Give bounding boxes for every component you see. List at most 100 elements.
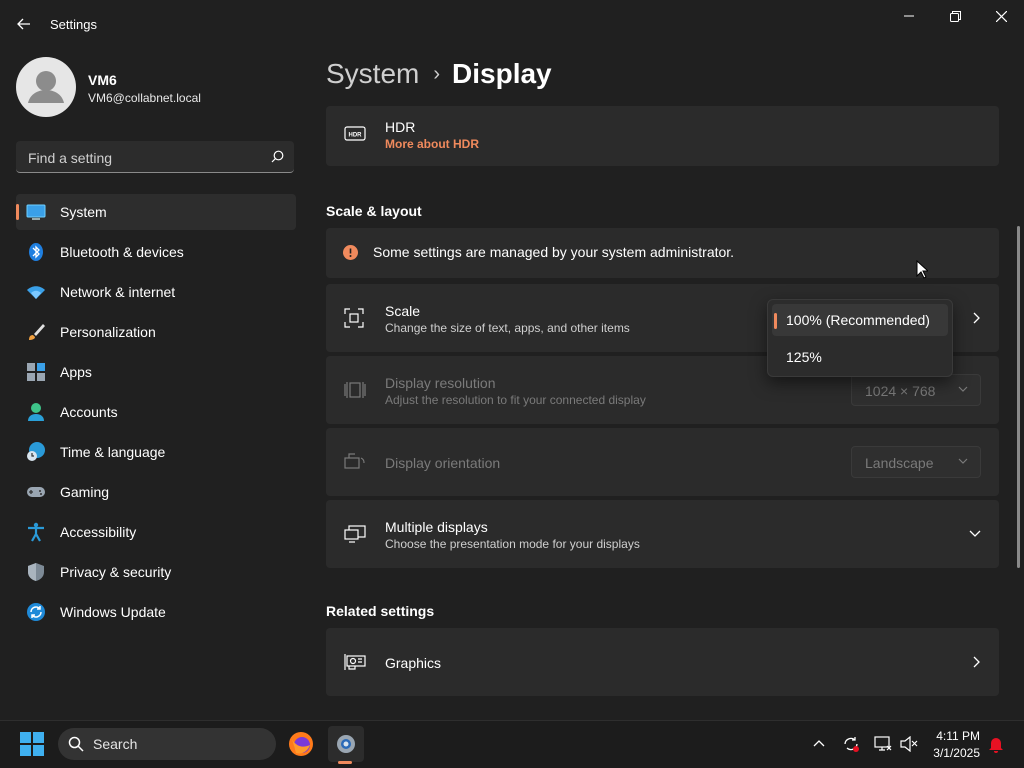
- minimize-icon: [904, 15, 914, 17]
- sidebar-item-gaming[interactable]: Gaming: [16, 474, 296, 510]
- resolution-subtitle: Adjust the resolution to fit your connec…: [385, 393, 646, 407]
- taskbar-settings-button[interactable]: [328, 726, 364, 762]
- multiple-displays-icon: [344, 525, 366, 543]
- minimize-button[interactable]: [886, 0, 932, 32]
- brush-icon: [29, 324, 45, 340]
- back-button[interactable]: [12, 12, 36, 36]
- orientation-value: Landscape: [865, 455, 934, 471]
- accessibility-icon: [28, 522, 44, 542]
- breadcrumb-separator: ›: [433, 62, 441, 85]
- firefox-icon[interactable]: [288, 731, 314, 757]
- restore-button[interactable]: [932, 0, 978, 32]
- shield-icon: [28, 563, 44, 581]
- svg-text:HDR: HDR: [349, 133, 363, 139]
- scale-title: Scale: [385, 303, 421, 319]
- scale-icon: [344, 308, 364, 328]
- taskbar-search[interactable]: Search: [58, 728, 276, 760]
- globe-clock-icon: [27, 442, 45, 461]
- sidebar-item-personalization[interactable]: Personalization: [16, 314, 296, 350]
- graphics-card-icon: [344, 654, 366, 670]
- breadcrumb: System › Display: [326, 58, 552, 90]
- chevron-right-icon[interactable]: [973, 656, 981, 668]
- person-icon: [28, 403, 44, 421]
- title-bar: [0, 0, 1024, 48]
- sidebar-item-label: Time & language: [60, 444, 166, 460]
- search-icon[interactable]: [271, 150, 284, 163]
- scrollbar-thumb[interactable]: [1017, 226, 1020, 568]
- user-name: VM6: [88, 72, 117, 88]
- bluetooth-icon: [29, 243, 43, 261]
- sidebar-item-system[interactable]: System: [16, 194, 296, 230]
- taskbar-time[interactable]: 4:11 PM: [930, 729, 980, 743]
- chevron-up-icon[interactable]: [813, 739, 825, 747]
- sidebar-item-privacy[interactable]: Privacy & security: [16, 554, 296, 590]
- settings-gear-icon: [337, 735, 355, 753]
- section-heading-scale-layout: Scale & layout: [326, 203, 422, 219]
- admin-notice-text: Some settings are managed by your system…: [373, 244, 735, 260]
- close-icon: [995, 10, 1007, 22]
- chevron-down-icon[interactable]: [969, 530, 981, 538]
- sidebar-item-accounts[interactable]: Accounts: [16, 394, 296, 430]
- resolution-icon: [344, 382, 366, 398]
- windows-start-icon[interactable]: [20, 732, 44, 756]
- sidebar-item-windows-update[interactable]: Windows Update: [16, 594, 296, 630]
- notification-bell-icon[interactable]: [988, 736, 1004, 753]
- monitor-icon: [26, 204, 46, 220]
- sidebar-item-label: Bluetooth & devices: [60, 244, 184, 260]
- gamepad-icon: [27, 487, 45, 497]
- chevron-right-icon[interactable]: [973, 312, 981, 324]
- avatar[interactable]: [16, 57, 76, 117]
- sidebar-item-network[interactable]: Network & internet: [16, 274, 296, 310]
- active-app-indicator: [338, 761, 352, 764]
- multiple-displays-card[interactable]: Multiple displays Choose the presentatio…: [326, 500, 999, 568]
- sidebar-item-bluetooth[interactable]: Bluetooth & devices: [16, 234, 296, 270]
- graphics-card[interactable]: Graphics: [326, 628, 999, 696]
- resolution-dropdown: 1024 × 768: [851, 374, 981, 406]
- scale-subtitle: Change the size of text, apps, and other…: [385, 321, 630, 335]
- sidebar-item-label: Accounts: [60, 404, 118, 420]
- sync-icon[interactable]: [842, 735, 860, 753]
- scale-option-label: 100% (Recommended): [786, 312, 930, 328]
- resolution-value: 1024 × 768: [865, 383, 936, 399]
- sidebar-item-label: Network & internet: [60, 284, 176, 300]
- sidebar-item-label: System: [60, 204, 107, 220]
- resolution-title: Display resolution: [385, 375, 496, 391]
- hdr-link[interactable]: More about HDR: [385, 137, 479, 151]
- settings-search: [16, 141, 294, 174]
- app-title: Settings: [50, 17, 97, 32]
- graphics-title: Graphics: [385, 655, 442, 671]
- scale-option-100[interactable]: 100% (Recommended): [772, 304, 948, 336]
- sidebar-item-apps[interactable]: Apps: [16, 354, 296, 390]
- wifi-icon: [27, 286, 45, 299]
- orientation-icon: [344, 453, 365, 469]
- hdr-card[interactable]: HDR HDR More about HDR: [326, 106, 999, 166]
- close-button[interactable]: [978, 0, 1024, 32]
- chevron-down-icon: [958, 458, 968, 464]
- hdr-title: HDR: [385, 119, 416, 135]
- breadcrumb-parent[interactable]: System: [326, 58, 419, 90]
- section-heading-related: Related settings: [326, 603, 435, 619]
- search-input[interactable]: [26, 141, 260, 174]
- display-orientation-card: Display orientation Landscape: [326, 428, 999, 496]
- orientation-dropdown: Landscape: [851, 446, 981, 478]
- person-icon: [28, 71, 64, 103]
- taskbar-date[interactable]: 3/1/2025: [920, 746, 980, 760]
- scale-option-125[interactable]: 125%: [772, 341, 948, 373]
- orientation-title: Display orientation: [385, 455, 501, 471]
- apps-icon: [27, 363, 45, 381]
- sidebar-item-time-language[interactable]: Time & language: [16, 434, 296, 470]
- sidebar-nav: System Bluetooth & devices Network & int…: [16, 194, 296, 634]
- multiple-displays-subtitle: Choose the presentation mode for your di…: [385, 537, 640, 551]
- page-title: Display: [452, 58, 552, 89]
- sidebar-item-label: Accessibility: [60, 524, 137, 540]
- sidebar-item-label: Gaming: [60, 484, 110, 500]
- network-icon[interactable]: [874, 736, 892, 752]
- sidebar-item-accessibility[interactable]: Accessibility: [16, 514, 296, 550]
- volume-muted-icon[interactable]: [900, 736, 918, 752]
- scale-dropdown-flyout: 100% (Recommended) 125%: [767, 299, 953, 377]
- sidebar-item-label: Windows Update: [60, 604, 166, 620]
- chevron-down-icon: [958, 386, 968, 392]
- admin-notice: Some settings are managed by your system…: [326, 228, 999, 278]
- hdr-icon: HDR: [344, 126, 366, 141]
- mouse-cursor-icon: [916, 260, 928, 279]
